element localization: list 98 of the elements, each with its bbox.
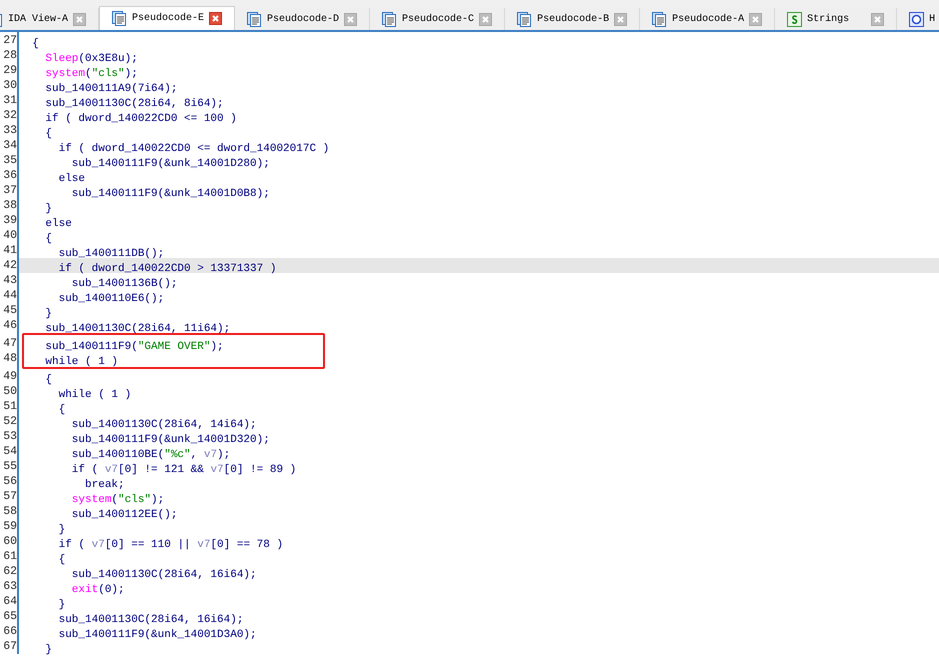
code-line: sub_14001130C(28i64, 14i64); [70, 418, 257, 433]
document-icon [247, 12, 262, 26]
line-number: 28 [2, 48, 17, 63]
code-line: { [44, 127, 52, 142]
hex-view-icon [909, 12, 924, 26]
close-icon[interactable] [749, 12, 762, 26]
code-line: { [31, 37, 39, 52]
code-line: { [44, 232, 52, 247]
line-number: 35 [2, 153, 17, 168]
code-line: } [44, 307, 52, 322]
line-number: 34 [2, 138, 17, 153]
line-number: 51 [2, 399, 17, 414]
code-line: } [58, 523, 66, 538]
line-number: 31 [2, 93, 17, 108]
code-line: sub_1400110BE("%c", v7); [70, 448, 230, 463]
code-line: sub_14001136B(); [70, 277, 178, 292]
code-line: while ( 1 ) [58, 388, 132, 403]
line-number: 30 [2, 78, 17, 93]
code-line: } [58, 598, 66, 613]
code-line: { [58, 403, 66, 418]
line-number: 40 [2, 228, 17, 243]
document-icon [517, 12, 532, 26]
code-line: if ( dword_140022CD0 > 13371337 ) [58, 262, 276, 277]
line-number: 29 [2, 63, 17, 78]
line-number: 67 [2, 639, 17, 654]
code-line: } [44, 643, 52, 658]
line-number: 41 [2, 243, 17, 258]
line-number: 54 [2, 444, 17, 459]
line-number: 52 [2, 414, 17, 429]
line-number: 66 [2, 624, 17, 639]
code-line: sub_1400111F9(&unk_14001D3A0); [58, 628, 257, 643]
line-number: 42 [2, 258, 17, 273]
line-number: 33 [2, 123, 17, 138]
line-number: 45 [2, 303, 17, 318]
line-number: 53 [2, 429, 17, 444]
close-icon[interactable] [614, 12, 628, 26]
line-number: 36 [2, 168, 17, 183]
code-line: sub_1400111F9(&unk_14001D280); [70, 157, 270, 172]
line-number: 56 [2, 474, 17, 489]
line-number: 46 [2, 318, 17, 333]
line-number: 44 [2, 288, 17, 303]
document-icon [382, 12, 398, 26]
line-number: 63 [2, 579, 17, 594]
code-line: sub_14001130C(28i64, 16i64); [58, 613, 244, 628]
tab[interactable]: IDA View-A [0, 8, 100, 30]
code-line: break; [84, 478, 125, 493]
code-line: sub_1400110E6(); [58, 292, 164, 307]
close-icon[interactable] [209, 12, 222, 25]
close-icon[interactable] [73, 12, 86, 26]
line-number: 57 [2, 489, 17, 504]
code-line: sub_1400111F9(&unk_14001D320); [70, 433, 270, 448]
code-line: sub_1400111F9("GAME OVER"); [44, 340, 224, 355]
code-line: if ( v7[0] != 121 && v7[0] != 89 ) [70, 463, 296, 478]
code-line: else [58, 172, 86, 187]
code-line: exit(0); [70, 583, 125, 598]
line-number: 64 [2, 594, 17, 609]
close-icon[interactable] [344, 12, 358, 26]
document-icon [652, 12, 668, 26]
line-number: 65 [2, 609, 17, 624]
code-line: Sleep(0x3E8u); [44, 52, 138, 67]
line-number: 37 [2, 183, 17, 198]
code-line: if ( dword_140022CD0 <= 100 ) [44, 112, 237, 127]
code-line: sub_1400111A9(7i64); [44, 82, 178, 97]
line-number: 27 [2, 33, 17, 48]
code-line: } [44, 202, 52, 217]
line-number: 48 [2, 351, 17, 366]
line-number: 43 [2, 273, 17, 288]
code-line: sub_14001130C(28i64, 16i64); [70, 568, 257, 583]
code-line: { [58, 553, 66, 568]
line-number: 50 [2, 384, 17, 399]
code-line: sub_14001130C(28i64, 11i64); [44, 322, 230, 337]
tab[interactable]: Pseudocode-E [99, 6, 236, 30]
line-number: 55 [2, 459, 17, 474]
code-line: { [44, 373, 52, 388]
document-icon [112, 11, 128, 26]
close-icon[interactable] [871, 12, 884, 26]
code-line: else [44, 217, 72, 232]
line-number: 62 [2, 564, 17, 579]
line-number: 49 [2, 369, 17, 384]
line-number: 60 [2, 534, 17, 549]
code-line: while ( 1 ) [44, 355, 118, 370]
line-number: 47 [2, 336, 17, 351]
line-number: 38 [2, 198, 17, 213]
line-number: 39 [2, 213, 17, 228]
line-number: 32 [2, 108, 17, 123]
code-line: sub_1400111DB(); [58, 247, 164, 262]
code-line: system("cls"); [70, 493, 164, 508]
code-line: if ( dword_140022CD0 <= dword_14002017C ) [58, 142, 330, 157]
line-number: 58 [2, 504, 17, 519]
code-line: system("cls"); [44, 67, 138, 82]
code-line: if ( v7[0] == 110 || v7[0] == 78 ) [58, 538, 284, 553]
close-icon[interactable] [479, 12, 492, 26]
code-line: sub_1400111F9(&unk_14001D0B8); [70, 187, 270, 202]
strings-icon [787, 12, 802, 26]
line-number: 61 [2, 549, 17, 564]
code-line: sub_14001130C(28i64, 8i64); [44, 97, 224, 112]
code-line: sub_1400112EE(); [70, 508, 178, 523]
line-number: 59 [2, 519, 17, 534]
